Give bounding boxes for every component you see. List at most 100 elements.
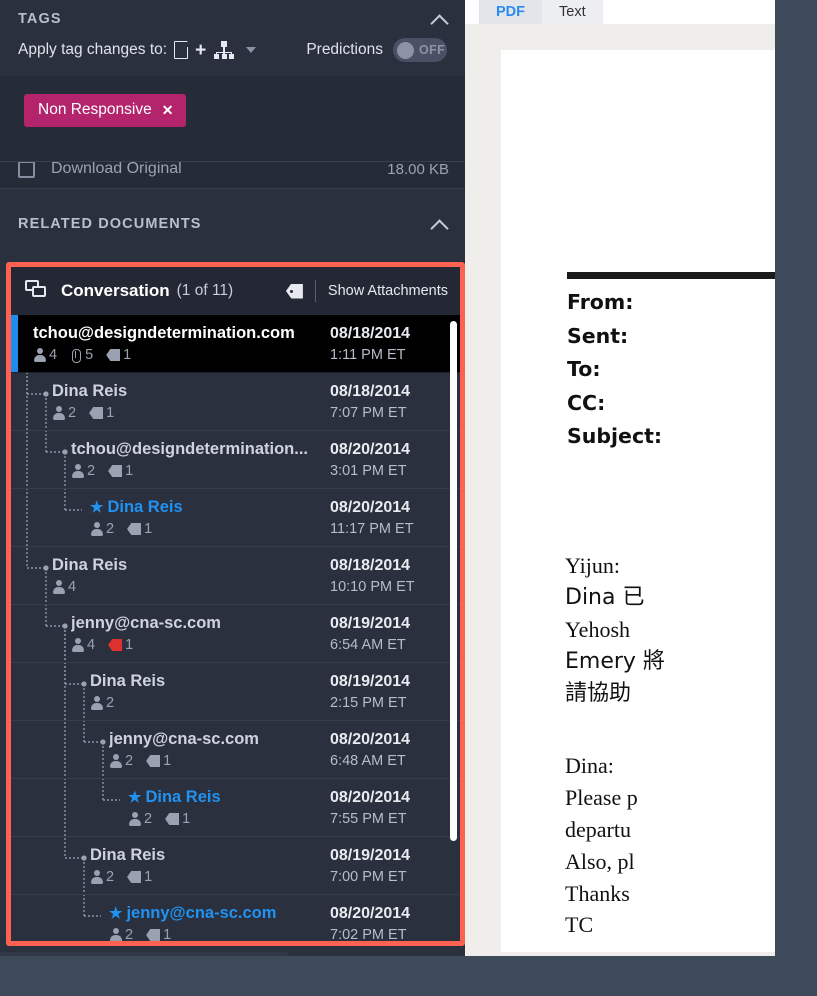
download-original-row[interactable]: Download Original 18.00 KB bbox=[0, 161, 465, 189]
tag-count: 1 bbox=[123, 347, 132, 363]
person-badge: 2 bbox=[128, 811, 152, 827]
chevron-up-icon[interactable] bbox=[431, 10, 449, 28]
conversation-scrollbar[interactable] bbox=[450, 321, 457, 841]
person-icon bbox=[128, 812, 141, 826]
family-tree-icon[interactable] bbox=[213, 41, 235, 59]
document-icon[interactable] bbox=[174, 41, 189, 59]
toggle-knob bbox=[397, 41, 414, 59]
document-line: 請協助 bbox=[565, 680, 632, 706]
conversation-row[interactable]: Dina Reis 2 1 08/19/2014 7:00 PM ET bbox=[11, 837, 460, 895]
conversation-sender-label: jenny@cna-sc.com bbox=[71, 614, 221, 632]
conversation-sender: Dina Reis bbox=[90, 846, 322, 865]
apply-tag-changes-label: Apply tag changes to: bbox=[18, 41, 168, 58]
conversation-date: 08/20/2014 bbox=[330, 904, 411, 922]
conversation-row[interactable]: jenny@cna-sc.com 2 1 08/20/2014 6:48 AM ET bbox=[11, 721, 460, 779]
email-header-fields: From: Sent: To: CC: Subject: bbox=[567, 290, 662, 458]
person-badge: 2 bbox=[90, 695, 114, 711]
conversation-sender[interactable]: ★ Dina Reis bbox=[128, 788, 322, 807]
person-icon bbox=[52, 406, 65, 420]
tag-icon bbox=[165, 813, 180, 825]
person-badge: 2 bbox=[52, 405, 76, 421]
person-icon bbox=[109, 928, 122, 941]
person-count: 2 bbox=[106, 869, 115, 885]
conversation-icon bbox=[25, 280, 51, 302]
conversation-list[interactable]: tchou@designdetermination.com 4 5 1 08/18/20… bbox=[11, 315, 460, 941]
conversation-row-badges: 2 bbox=[90, 695, 322, 711]
person-count: 2 bbox=[125, 753, 134, 769]
download-original-label: Download Original bbox=[51, 161, 182, 177]
conversation-row[interactable]: ★ Dina Reis 2 1 08/20/2014 11:17 PM ET bbox=[11, 489, 460, 547]
person-count: 2 bbox=[68, 405, 77, 421]
conversation-date: 08/20/2014 bbox=[330, 440, 411, 458]
tag-count: 1 bbox=[144, 521, 153, 537]
conversation-row[interactable]: Dina Reis 4 08/18/2014 10:10 PM ET bbox=[11, 547, 460, 605]
pdf-viewer[interactable]: From: Sent: To: CC: Subject: Yijun: Dina 已 Yeh… bbox=[465, 24, 817, 996]
conversation-row-badges: 4 bbox=[52, 579, 322, 595]
tag-icon bbox=[127, 523, 142, 535]
panel-gap bbox=[0, 189, 465, 201]
conversation-row[interactable]: ★ Dina Reis 2 1 08/20/2014 7:55 PM ET bbox=[11, 779, 460, 837]
conversation-row-date: 08/20/2014 3:01 PM ET bbox=[328, 441, 460, 479]
conversation-sender-label: Dina Reis bbox=[90, 846, 166, 864]
conversation-sender-label: Dina Reis bbox=[145, 788, 221, 806]
paperclip-badge: 5 bbox=[70, 347, 93, 363]
tab-text[interactable]: Text bbox=[542, 0, 603, 24]
conversation-sender[interactable]: ★ Dina Reis bbox=[90, 498, 322, 517]
chevron-up-icon[interactable] bbox=[431, 215, 449, 233]
checkbox-icon[interactable] bbox=[18, 162, 35, 178]
tag-icon bbox=[106, 349, 121, 361]
plus-icon: + bbox=[195, 39, 207, 61]
conversation-row-main: tchou@designdetermination.com 4 5 1 bbox=[33, 324, 328, 363]
conversation-date: 08/19/2014 bbox=[330, 672, 411, 690]
conversation-row-date: 08/19/2014 7:00 PM ET bbox=[328, 847, 460, 885]
show-attachments-button[interactable]: Show Attachments bbox=[328, 283, 448, 299]
person-badge: 2 bbox=[71, 463, 95, 479]
tags-section: TAGS Apply tag changes to: + Predictions… bbox=[0, 0, 465, 161]
document-line: departu bbox=[565, 816, 631, 842]
tag-chip-non-responsive[interactable]: Non Responsive ✕ bbox=[24, 94, 187, 127]
paperclip-icon bbox=[70, 348, 82, 363]
torn-paper-edge-bottom bbox=[0, 956, 817, 996]
conversation-row-date: 08/18/2014 1:11 PM ET bbox=[328, 325, 460, 363]
tab-pdf[interactable]: PDF bbox=[479, 0, 542, 24]
person-icon bbox=[90, 522, 103, 536]
conversation-date: 08/20/2014 bbox=[330, 788, 411, 806]
document-line: Emery 將 bbox=[565, 648, 665, 674]
conversation-row[interactable]: tchou@designdetermination.com 4 5 1 08/18/20… bbox=[11, 315, 460, 373]
person-count: 2 bbox=[106, 521, 115, 537]
person-count: 2 bbox=[106, 695, 115, 711]
conversation-row-main: jenny@cna-sc.com 2 1 bbox=[109, 730, 328, 769]
conversation-row[interactable]: ★ jenny@cna-sc.com 2 1 08/20/2014 7:02 PM ET bbox=[11, 895, 460, 941]
email-header-field: From: bbox=[567, 290, 634, 314]
conversation-row[interactable]: jenny@cna-sc.com 4 1 08/19/2014 6:54 AM ET bbox=[11, 605, 460, 663]
conversation-row-date: 08/20/2014 7:55 PM ET bbox=[328, 789, 460, 827]
screenshot-root: TAGS Apply tag changes to: + Predictions… bbox=[0, 0, 817, 996]
conversation-row[interactable]: Dina Reis 2 08/19/2014 2:15 PM ET bbox=[11, 663, 460, 721]
conversation-sender-label: jenny@cna-sc.com bbox=[109, 730, 259, 748]
apply-tag-changes-group: Apply tag changes to: + bbox=[18, 39, 257, 61]
conversation-row[interactable]: Dina Reis 2 1 08/18/2014 7:07 PM ET bbox=[11, 373, 460, 431]
related-documents-title: RELATED DOCUMENTS bbox=[18, 216, 202, 232]
conversation-sender[interactable]: ★ jenny@cna-sc.com bbox=[109, 904, 322, 923]
email-body-block-1: Yijun: Dina 已 Yehosh Emery 將請協助 bbox=[565, 550, 665, 709]
conversation-row-badges: 21 bbox=[90, 521, 322, 537]
person-badge: 2 bbox=[90, 521, 114, 537]
chevron-down-icon[interactable] bbox=[246, 47, 257, 53]
star-icon: ★ bbox=[128, 789, 142, 806]
close-icon[interactable]: ✕ bbox=[162, 102, 174, 119]
tags-section-header[interactable]: TAGS bbox=[0, 0, 465, 36]
tag-icon[interactable] bbox=[285, 283, 303, 299]
download-original-size: 18.00 KB bbox=[387, 161, 449, 178]
predictions-toggle[interactable]: OFF bbox=[393, 38, 447, 62]
tag-icon bbox=[127, 871, 142, 883]
related-documents-header[interactable]: RELATED DOCUMENTS bbox=[0, 201, 465, 247]
conversation-row-main: jenny@cna-sc.com 4 1 bbox=[71, 614, 328, 653]
document-line: Please p bbox=[565, 784, 638, 810]
conversation-row-date: 08/18/2014 7:07 PM ET bbox=[328, 383, 460, 421]
tag-count: 1 bbox=[106, 405, 115, 421]
conversation-row[interactable]: tchou@designdetermination... 2 1 08/20/2014… bbox=[11, 431, 460, 489]
tag-count: 1 bbox=[163, 753, 172, 769]
conversation-time: 7:00 PM ET bbox=[330, 868, 407, 885]
person-badge: 2 bbox=[90, 869, 114, 885]
header-rule bbox=[567, 272, 807, 279]
